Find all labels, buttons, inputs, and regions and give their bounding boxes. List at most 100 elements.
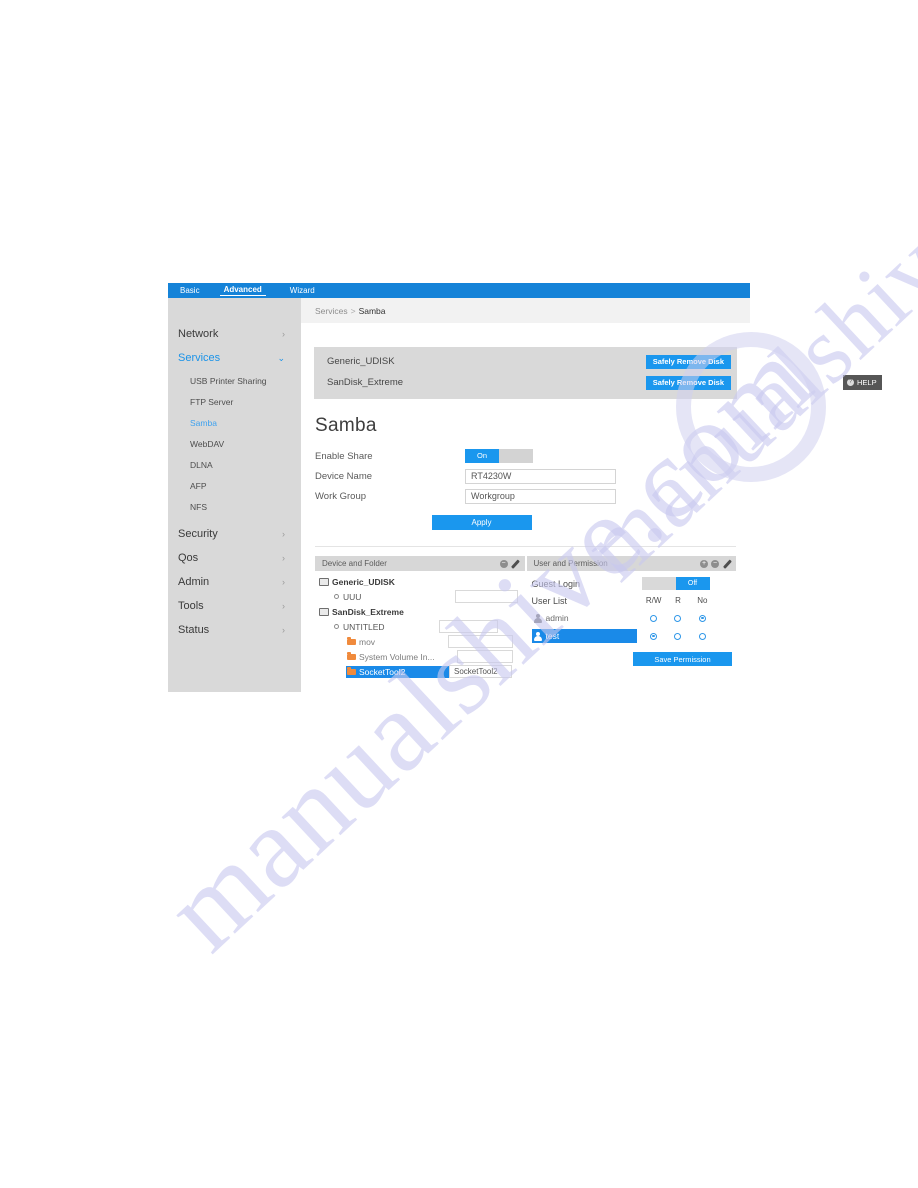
tree-node-label: SanDisk_Extreme xyxy=(332,606,404,617)
edit-pencil-icon[interactable] xyxy=(722,559,731,568)
safely-remove-disk-button[interactable]: Safely Remove Disk xyxy=(645,354,731,369)
radio-no-admin[interactable] xyxy=(698,614,706,622)
main-content: Services > Samba ? HELP Generic_UDISK Sa… xyxy=(301,298,882,692)
radio-no-test[interactable] xyxy=(698,632,706,640)
device-panel-header: Device and Folder − xyxy=(315,556,525,571)
edit-pencil-icon[interactable] xyxy=(511,559,520,568)
sidebar-item-admin[interactable]: Admin › xyxy=(168,570,301,594)
enable-share-label: Enable Share xyxy=(315,450,373,462)
device-panel-actions: − xyxy=(499,559,520,568)
device-name-label: Device Name xyxy=(315,470,373,482)
folder-tree: Generic_UDISK UUU SanDisk_Extreme UNTITL… xyxy=(315,571,525,679)
tab-wizard[interactable]: Wizard xyxy=(286,286,319,295)
sidebar-item-qos[interactable]: Qos › xyxy=(168,546,301,570)
user-and-permission-panel: User and Permission + − Guest Login Off … xyxy=(526,556,736,679)
guest-login-toggle-track xyxy=(641,577,676,590)
sidebar-item-usb-printer-sharing[interactable]: USB Printer Sharing xyxy=(168,370,301,391)
sidebar-item-security-label: Security xyxy=(178,528,218,540)
permission-panel-title: User and Permission xyxy=(533,559,608,568)
sidebar-item-network[interactable]: Network › xyxy=(168,322,301,346)
share-name-input[interactable] xyxy=(448,635,513,648)
sidebar-item-services[interactable]: Services ⌄ xyxy=(168,346,301,370)
tree-node-folder[interactable]: mov xyxy=(315,634,525,649)
tree-node-device[interactable]: SanDisk_Extreme xyxy=(315,604,525,619)
disk-icon xyxy=(319,577,329,586)
sidebar-item-dlna[interactable]: DLNA xyxy=(168,454,301,475)
sidebar-item-security[interactable]: Security › xyxy=(168,522,301,546)
sidebar-item-ftp-server[interactable]: FTP Server xyxy=(168,391,301,412)
share-name-input[interactable] xyxy=(449,665,512,678)
help-button[interactable]: ? HELP xyxy=(843,375,882,390)
share-name-input[interactable] xyxy=(457,650,513,663)
sidebar-item-qos-label: Qos xyxy=(178,552,199,564)
tree-node-volume[interactable]: UNTITLED xyxy=(315,619,525,634)
work-group-input[interactable] xyxy=(465,488,616,504)
sidebar-item-admin-label: Admin xyxy=(178,576,210,588)
tree-node-folder-selected[interactable]: SocketTool2 xyxy=(315,664,525,679)
radio-r-test[interactable] xyxy=(674,632,682,640)
sidebar-item-status[interactable]: Status › xyxy=(168,618,301,642)
form-row-work-group: Work Group xyxy=(315,486,750,506)
radio-rw-admin[interactable] xyxy=(650,614,658,622)
user-name: test xyxy=(545,631,560,641)
safely-remove-disk-button[interactable]: Safely Remove Disk xyxy=(645,375,731,390)
tree-node-label-wrap: UUU xyxy=(332,591,364,603)
sidebar-item-services-label: Services xyxy=(178,352,221,364)
panels-row: Device and Folder − Generic_UDISK UUU Sa… xyxy=(315,556,736,679)
chevron-down-icon: ⌄ xyxy=(277,352,285,363)
remove-icon[interactable]: − xyxy=(499,559,508,568)
tree-node-label-wrap: System Volume In... xyxy=(346,651,438,663)
guest-login-toggle[interactable]: Off xyxy=(641,577,710,590)
add-icon[interactable]: + xyxy=(700,559,708,568)
permission-radios-test xyxy=(642,632,715,640)
chevron-right-icon: › xyxy=(282,552,285,563)
tab-basic[interactable]: Basic xyxy=(176,286,204,295)
column-header-rw: R/W xyxy=(645,596,662,605)
radio-rw-test[interactable] xyxy=(650,632,658,640)
sidebar-item-tools[interactable]: Tools › xyxy=(168,594,301,618)
user-icon xyxy=(533,631,542,641)
sidebar-item-status-label: Status xyxy=(178,624,210,636)
router-admin-ui: Basic Advanced Wizard Network › Services… xyxy=(168,283,882,692)
tab-advanced[interactable]: Advanced xyxy=(219,285,266,296)
disk-row: SanDisk_Extreme Safely Remove Disk xyxy=(314,372,737,393)
folder-icon xyxy=(347,651,356,660)
sidebar-item-samba[interactable]: Samba xyxy=(168,412,301,433)
chevron-right-icon: › xyxy=(282,600,285,611)
user-name: admin xyxy=(545,613,569,623)
tree-node-label-wrap: SanDisk_Extreme xyxy=(318,606,407,618)
sidebar-item-afp[interactable]: AFP xyxy=(168,475,301,496)
volume-icon xyxy=(333,593,340,600)
enable-share-toggle-on: On xyxy=(465,449,499,463)
enable-share-toggle[interactable]: On xyxy=(465,449,533,463)
sidebar-item-webdav[interactable]: WebDAV xyxy=(168,433,301,454)
tree-node-label: mov xyxy=(359,636,376,647)
user-item-test[interactable]: test xyxy=(531,629,637,643)
breadcrumb-parent[interactable]: Services xyxy=(315,306,348,316)
tree-node-label-wrap: UNTITLED xyxy=(332,621,388,633)
apply-button[interactable]: Apply xyxy=(431,515,532,530)
remove-icon[interactable]: − xyxy=(711,559,719,568)
disk-name: Generic_UDISK xyxy=(327,356,395,367)
tree-node-volume[interactable]: UUU xyxy=(315,589,525,604)
user-list-label: User List xyxy=(531,595,568,606)
tree-node-device[interactable]: Generic_UDISK xyxy=(315,574,525,589)
work-group-label: Work Group xyxy=(315,490,367,502)
share-name-input[interactable] xyxy=(439,620,498,633)
help-label: HELP xyxy=(857,378,877,387)
save-permission-button[interactable]: Save Permission xyxy=(633,652,732,666)
user-item-admin[interactable]: admin xyxy=(532,611,637,625)
radio-r-admin[interactable] xyxy=(674,614,682,622)
sidebar-item-nfs[interactable]: NFS xyxy=(168,496,301,517)
tree-node-folder[interactable]: System Volume In... xyxy=(315,649,525,664)
chevron-right-icon: › xyxy=(282,528,285,539)
folder-icon xyxy=(347,666,356,675)
column-header-r: R xyxy=(675,596,681,605)
tree-node-label-wrap: Generic_UDISK xyxy=(318,576,398,588)
breadcrumb: Services > Samba xyxy=(301,298,750,323)
chevron-right-icon: › xyxy=(282,576,285,587)
share-name-input[interactable] xyxy=(455,590,518,603)
app-body: Network › Services ⌄ USB Printer Sharing… xyxy=(168,298,882,692)
device-name-input[interactable] xyxy=(465,468,616,484)
breadcrumb-separator: > xyxy=(350,305,356,316)
